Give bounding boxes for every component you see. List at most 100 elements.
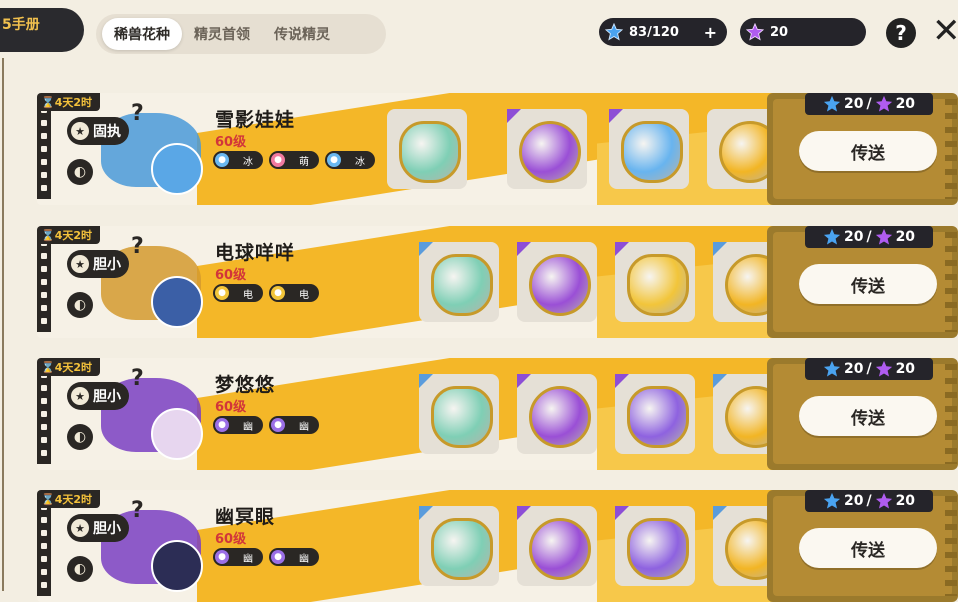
blue-star-icon [823, 228, 841, 245]
cost-separator: / [866, 493, 872, 509]
beast-row: ⌛ 4天2时 ★ 胆小 ? ◐ 电球咩咩 60级 ● 电 ● 电 20 / 20… [37, 226, 958, 338]
purple-cost: 20 [895, 229, 916, 245]
personality-badge: ★ 胆小 [67, 250, 129, 278]
purple-currency-value: 20 [770, 24, 789, 40]
element-tag: ● 幽 [213, 416, 263, 434]
help-button[interactable]: ? [886, 18, 916, 48]
element-tags: ● 冰 ● 萌 ● 冰 [213, 151, 375, 169]
reward-item[interactable] [507, 109, 587, 189]
reward-item[interactable] [419, 506, 499, 586]
rarity-corner [713, 506, 727, 520]
send-button[interactable]: 传送 [799, 131, 937, 171]
personality-badge: ★ 固执 [67, 117, 129, 145]
personality-label: 固执 [93, 124, 121, 140]
reward-item[interactable] [517, 242, 597, 322]
star-icon: ★ [71, 122, 89, 140]
rainbow-potion-icon [399, 121, 461, 183]
rarity-corner [517, 374, 531, 388]
element-tag-label: 冰 [243, 156, 253, 168]
rarity-corner [713, 374, 727, 388]
blue-star-icon [823, 360, 841, 377]
tab-rare-beast[interactable]: 稀兽花种 [102, 18, 182, 50]
rarity-corner [517, 242, 531, 256]
hourglass-icon: ⌛ [41, 95, 55, 109]
gender-icon: ◐ [67, 424, 93, 450]
reward-item[interactable] [387, 109, 467, 189]
rarity-corner [507, 109, 521, 123]
send-panel-inner: 20 / 20 传送 [773, 490, 957, 596]
send-button[interactable]: 传送 [799, 396, 937, 436]
cute-icon: ● [271, 153, 285, 167]
purple-currency-pill: 20 [740, 18, 866, 46]
rarity-corner [419, 242, 433, 256]
question-icon[interactable]: ? [131, 234, 144, 259]
beast-level: 60级 [215, 532, 247, 547]
beast-row: ⌛ 4天2时 ★ 固执 ? ◐ 雪影娃娃 60级 ● 冰 ● 萌 ● 冰 20 … [37, 93, 958, 205]
rainbow-potion-icon [431, 518, 493, 580]
question-icon[interactable]: ? [131, 498, 144, 523]
reward-item[interactable] [609, 109, 689, 189]
reward-items [387, 370, 777, 460]
reward-item[interactable] [615, 506, 695, 586]
reward-item[interactable] [517, 506, 597, 586]
ghost-bottle-icon [627, 518, 689, 580]
handbook-tab-label: 5手册 [2, 17, 40, 33]
add-currency-button[interactable]: + [704, 23, 717, 42]
purple-orb-icon [529, 518, 591, 580]
reward-item[interactable] [615, 374, 695, 454]
element-tag: ● 幽 [269, 548, 319, 566]
send-cost: 20 / 20 [805, 226, 933, 248]
rarity-corner [713, 242, 727, 256]
film-strip-decor [37, 99, 51, 199]
film-strip-decor [37, 232, 51, 332]
element-tag-label: 幽 [243, 421, 253, 433]
purple-cost: 20 [895, 361, 916, 377]
ghost-bottle-icon [627, 386, 689, 448]
reward-items [387, 502, 777, 592]
electric-icon: ● [215, 286, 229, 300]
tab-boss[interactable]: 精灵首领 [182, 18, 262, 50]
beast-row: ⌛ 4天2时 ★ 胆小 ? ◐ 梦悠悠 60级 ● 幽 ● 幽 20 / 20 … [37, 358, 958, 470]
personality-label: 胆小 [93, 521, 121, 537]
close-button[interactable]: ✕ [932, 14, 958, 48]
element-tag-label: 电 [243, 289, 253, 301]
purple-star-icon [875, 228, 892, 245]
question-icon[interactable]: ? [131, 101, 144, 126]
ghost-icon: ● [215, 418, 229, 432]
purple-star-icon [875, 95, 892, 112]
blue-star-icon [605, 23, 623, 41]
reward-item[interactable] [419, 242, 499, 322]
question-icon[interactable]: ? [131, 366, 144, 391]
ticket-edge-decor [945, 232, 957, 332]
purple-star-icon [746, 23, 764, 41]
send-cost: 20 / 20 [805, 358, 933, 380]
beast-level: 60级 [215, 268, 247, 283]
element-tag-label: 萌 [299, 156, 309, 168]
beast-card: ⌛ 4天2时 ★ 胆小 ? ◐ 电球咩咩 60级 ● 电 ● 电 [37, 226, 777, 338]
hourglass-icon: ⌛ [41, 360, 55, 374]
personality-badge: ★ 胆小 [67, 382, 129, 410]
element-tag-label: 幽 [243, 553, 253, 565]
reward-item[interactable] [419, 374, 499, 454]
gender-icon: ◐ [67, 159, 93, 185]
reward-items [387, 105, 777, 195]
gender-icon: ◐ [67, 556, 93, 582]
reward-items [387, 238, 777, 328]
send-button[interactable]: 传送 [799, 528, 937, 568]
rarity-corner [615, 242, 629, 256]
blue-cost: 20 [843, 229, 864, 245]
electric-bottle-icon [627, 254, 689, 316]
purple-cost: 20 [895, 96, 916, 112]
send-panel: 20 / 20 传送 [767, 358, 958, 470]
tab-legend[interactable]: 传说精灵 [262, 18, 342, 50]
rarity-corner [609, 109, 623, 123]
reward-item[interactable] [517, 374, 597, 454]
handbook-tab[interactable]: 5手册 [0, 8, 84, 52]
reward-item[interactable] [615, 242, 695, 322]
ice-icon: ● [215, 153, 229, 167]
beast-avatar [151, 408, 203, 460]
hourglass-icon: ⌛ [41, 492, 55, 506]
rarity-corner [419, 374, 433, 388]
send-cost: 20 / 20 [805, 490, 933, 512]
send-button[interactable]: 传送 [799, 264, 937, 304]
